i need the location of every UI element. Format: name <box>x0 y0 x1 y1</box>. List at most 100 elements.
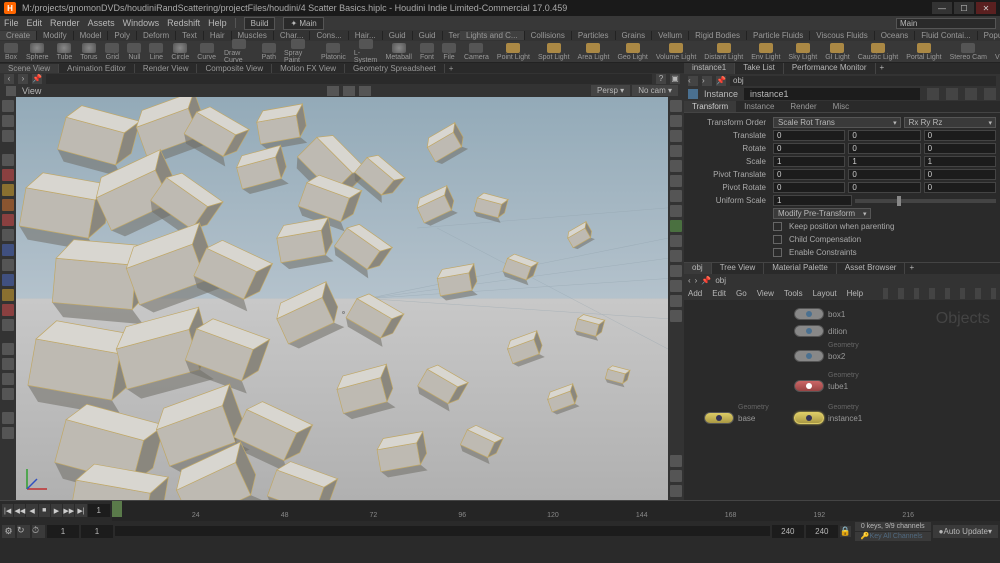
display-opt-icon[interactable] <box>670 455 682 467</box>
network-tool-icon[interactable] <box>929 288 934 299</box>
add-tab-button[interactable]: + <box>445 64 458 73</box>
tool-icon[interactable] <box>2 274 14 286</box>
tool-icon[interactable] <box>2 199 14 211</box>
first-frame-button[interactable]: |◀ <box>2 504 13 517</box>
tool-icon[interactable] <box>2 304 14 316</box>
tab-misc[interactable]: Misc <box>825 101 857 112</box>
keep-pos-checkbox[interactable] <box>773 222 782 231</box>
display-opt-icon[interactable] <box>670 175 682 187</box>
shelf-tab[interactable]: Deform <box>137 31 176 40</box>
shelf-tab[interactable]: Fluid Contai... <box>915 31 977 40</box>
tool-icon[interactable] <box>2 169 14 181</box>
network-tool-icon[interactable] <box>960 288 965 299</box>
tab-network-obj[interactable]: obj <box>684 263 712 274</box>
modify-pretransform-dropdown[interactable]: Modify Pre-Transform <box>773 208 871 219</box>
network-tool-icon[interactable] <box>975 288 980 299</box>
rot-order-dropdown[interactable]: Rx Ry Rz <box>904 117 996 128</box>
np-add[interactable]: Add <box>688 289 702 298</box>
add-tab-button[interactable]: + <box>905 263 918 274</box>
tab-takelist[interactable]: Take List <box>735 63 784 74</box>
node-name-field[interactable]: instance1 <box>744 88 920 100</box>
shelf-tube[interactable]: Tube <box>57 43 73 61</box>
tz-field[interactable]: 0 <box>924 130 996 141</box>
np-layout[interactable]: Layout <box>813 289 837 298</box>
nav-fwd-icon[interactable]: › <box>702 76 712 86</box>
path-field[interactable] <box>46 74 652 84</box>
shelf-tab[interactable]: Particles <box>572 31 616 40</box>
tool-icon[interactable] <box>2 412 14 424</box>
node-box1[interactable]: box1 <box>794 308 845 320</box>
shelf-tab[interactable]: Guid <box>383 31 413 40</box>
display-opt-icon[interactable] <box>670 190 682 202</box>
lock-icon[interactable]: 🔒 <box>840 526 851 537</box>
timeline-opts-icon[interactable]: ⚙ <box>2 525 15 538</box>
tab-matpalette[interactable]: Material Palette <box>764 263 837 274</box>
stop-button[interactable]: ■ <box>39 504 50 517</box>
shelf-tab[interactable]: Populate Con... <box>978 31 1000 40</box>
shelf-pointlight[interactable]: Point Light <box>497 43 530 61</box>
timeline-ruler[interactable]: 24 48 72 96 120 144 168 192 216 <box>112 501 1000 521</box>
shelf-box[interactable]: Box <box>4 43 18 61</box>
tab-assetbrowser[interactable]: Asset Browser <box>837 263 906 274</box>
persp-dropdown[interactable]: Persp ▾ <box>591 85 630 96</box>
shelf-stereo[interactable]: Stereo Cam <box>950 43 987 61</box>
viewport-3d[interactable] <box>16 97 668 500</box>
view-tool-icon[interactable] <box>343 86 355 96</box>
node-base[interactable]: Geometry base <box>704 412 755 424</box>
node-position[interactable]: dition <box>794 325 847 337</box>
nav-back-icon[interactable]: ‹ <box>688 276 691 285</box>
tab-instance[interactable]: Instance <box>736 101 782 112</box>
shelf-curve[interactable]: Curve <box>197 43 216 61</box>
gear-icon[interactable] <box>927 88 939 100</box>
shelf-camera[interactable]: Camera <box>464 43 489 61</box>
range-slider[interactable] <box>115 526 770 536</box>
tab-transform[interactable]: Transform <box>684 101 736 112</box>
ty-field[interactable]: 0 <box>848 130 920 141</box>
start-frame-field[interactable]: 1 <box>47 525 79 538</box>
shelf-tab[interactable]: Grains <box>616 31 653 40</box>
shelf-gilight[interactable]: GI Light <box>825 43 850 61</box>
end-frame-field[interactable]: 240 <box>806 525 838 538</box>
shelf-tab[interactable]: Model <box>74 31 109 40</box>
radial-dropdown[interactable]: ✦ Main <box>283 17 323 30</box>
search-input[interactable]: Main <box>896 18 996 29</box>
prz-field[interactable]: 0 <box>924 182 996 193</box>
shelf-circle[interactable]: Circle <box>171 43 189 61</box>
shelf-tab[interactable]: Vellum <box>652 31 689 40</box>
close-button[interactable]: ✕ <box>976 2 996 14</box>
display-opt-icon[interactable] <box>670 265 682 277</box>
tool-icon[interactable] <box>2 184 14 196</box>
uscale-slider[interactable] <box>855 199 996 203</box>
tab-animeditor[interactable]: Animation Editor <box>59 64 135 73</box>
maximize-button[interactable]: ☐ <box>954 2 974 14</box>
reload-icon[interactable] <box>946 88 958 100</box>
display-opt-icon[interactable] <box>670 280 682 292</box>
transform-order-dropdown[interactable]: Scale Rot Trans <box>773 117 901 128</box>
node-box2[interactable]: Geometry box2 <box>794 350 845 362</box>
shelf-spotlight[interactable]: Spot Light <box>538 43 570 61</box>
display-opt-icon[interactable] <box>670 310 682 322</box>
sy-field[interactable]: 1 <box>848 156 920 167</box>
shelf-spray[interactable]: Spray Paint <box>284 39 313 64</box>
arrow-tool[interactable] <box>2 154 14 166</box>
shelf-portal[interactable]: Portal Light <box>906 43 941 61</box>
snap-icon[interactable] <box>2 343 14 355</box>
tool-icon[interactable] <box>2 259 14 271</box>
menu-render[interactable]: Render <box>50 18 80 28</box>
sx-field[interactable]: 1 <box>773 156 845 167</box>
shelf-metaball[interactable]: Metaball <box>386 43 412 61</box>
eye-icon[interactable] <box>6 86 16 96</box>
menu-assets[interactable]: Assets <box>88 18 115 28</box>
shelf-tab[interactable]: Collisions <box>525 31 572 40</box>
info-icon[interactable] <box>965 88 977 100</box>
shelf-line[interactable]: Line <box>149 43 163 61</box>
shelf-lsystem[interactable]: L-System <box>354 39 378 64</box>
shelf-tab[interactable]: Particle Fluids <box>747 31 810 40</box>
network-tool-icon[interactable] <box>914 288 919 299</box>
display-opt-icon[interactable] <box>670 160 682 172</box>
expand-icon[interactable]: ▣ <box>670 74 680 84</box>
node-instance1[interactable]: Geometry instance1 <box>794 412 862 424</box>
tool-icon[interactable] <box>2 214 14 226</box>
shelf-tab[interactable]: Text <box>176 31 204 40</box>
ptx-field[interactable]: 0 <box>773 169 845 180</box>
